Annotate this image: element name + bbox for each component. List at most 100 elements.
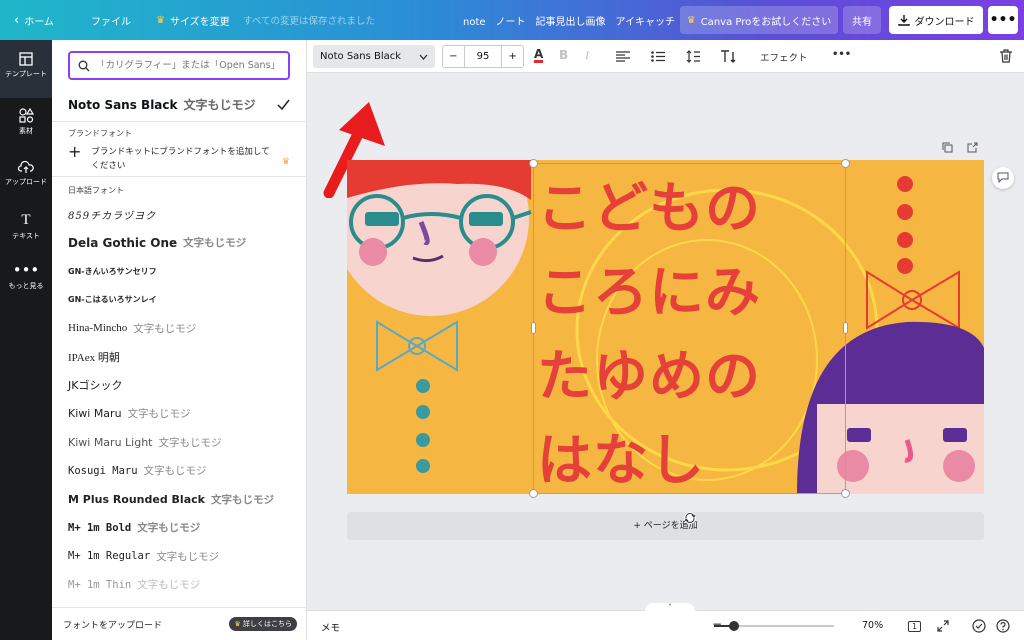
zoom-minus-icon[interactable]: −: [712, 617, 722, 631]
divider: [52, 121, 307, 122]
divider: [52, 176, 307, 177]
side-rail: テンプレート 素材 アップロード T テキスト ••• もっと見る: [0, 40, 52, 640]
font-dropdown-label: Noto Sans Black: [320, 51, 402, 62]
font-item[interactable]: M Plus Rounded Black 文字もじモジ: [68, 485, 290, 514]
bullet-list-icon[interactable]: [651, 51, 665, 62]
font-name: Kiwi Maru: [68, 407, 122, 421]
notes-button[interactable]: メモ: [321, 620, 340, 634]
toolbar-more-button[interactable]: •••: [832, 49, 851, 60]
share-button[interactable]: 共有: [843, 6, 881, 34]
rail-item-more[interactable]: ••• もっと見る: [0, 256, 52, 306]
checkmark-icon: [277, 99, 290, 110]
rotate-icon[interactable]: [684, 512, 696, 524]
font-item[interactable]: Kosugi Maru 文字もじモジ: [68, 457, 290, 486]
font-item[interactable]: GN-きんいろサンセリフ: [68, 257, 290, 286]
add-brand-font-button[interactable]: + ブランドキットにブランドフォントを追加してください ♛: [68, 142, 290, 173]
font-item[interactable]: M+ 1m Bold 文字もじモジ: [68, 514, 290, 543]
help-icon[interactable]: [996, 619, 1010, 633]
font-name: GN-きんいろサンセリフ: [68, 266, 157, 276]
font-search-box[interactable]: [68, 51, 290, 80]
font-size-input[interactable]: 95: [463, 46, 503, 67]
align-left-icon[interactable]: [616, 51, 630, 62]
italic-button[interactable]: I: [585, 48, 589, 63]
font-name: Kosugi Maru: [68, 464, 138, 477]
zoom-slider[interactable]: [714, 621, 834, 631]
page-count-button[interactable]: 1: [908, 618, 922, 633]
resize-handle[interactable]: [529, 489, 538, 498]
duplicate-page-icon[interactable]: [942, 142, 953, 153]
font-item[interactable]: JKゴシック: [68, 371, 290, 400]
design-title[interactable]: note ノート 記事見出し画像 アイキャッチ: [463, 13, 675, 28]
add-brand-font-label: ブランドキットにブランドフォントを追加してください: [91, 147, 270, 171]
download-label: ダウンロード: [914, 16, 975, 28]
rail-item-elements[interactable]: 素材: [0, 100, 52, 150]
resize-handle[interactable]: [529, 159, 538, 168]
fullscreen-icon[interactable]: [937, 620, 949, 632]
try-pro-button[interactable]: ♛ Canva Proをお試しください: [680, 6, 838, 34]
more-options-button[interactable]: •••: [988, 6, 1018, 34]
canvas-area: こどもの ころにみ たゆめの はなし + ページを追加: [307, 73, 1024, 610]
rail-label: テキスト: [12, 232, 40, 240]
font-sample: 文字もじモジ: [156, 550, 220, 563]
add-page-icon[interactable]: [967, 142, 978, 153]
font-item[interactable]: Hina-Mincho 文字もじモジ: [68, 314, 290, 343]
rail-item-uploads[interactable]: アップロード: [0, 152, 52, 202]
bold-button[interactable]: B: [559, 48, 568, 62]
font-dropdown[interactable]: Noto Sans Black: [313, 45, 435, 68]
home-label: ホーム: [24, 16, 54, 28]
font-item[interactable]: Kiwi Maru 文字もじモジ: [68, 400, 290, 429]
decrease-size-button[interactable]: −: [443, 51, 464, 62]
font-item[interactable]: M+ 1m Regular 文字もじモジ: [68, 542, 290, 571]
collapse-tab[interactable]: ˄: [645, 603, 695, 613]
vertical-text-icon[interactable]: [720, 50, 736, 63]
effects-button[interactable]: エフェクト: [760, 50, 808, 64]
trash-icon[interactable]: [1000, 49, 1012, 63]
text-color-button[interactable]: A: [534, 48, 544, 63]
resize-handle[interactable]: [841, 159, 850, 168]
font-item[interactable]: 859チカラヅヨク: [68, 200, 290, 229]
download-button[interactable]: ダウンロード: [889, 6, 983, 34]
page-count: 1: [908, 621, 922, 632]
selected-font-item[interactable]: Noto Sans Black 文字もじモジ: [68, 94, 290, 114]
check-circle-icon[interactable]: [972, 619, 986, 633]
upload-font-link[interactable]: フォントをアップロード: [63, 618, 162, 631]
font-item[interactable]: M+ 1m Thin 文字もじモジ: [68, 571, 290, 600]
rail-item-text[interactable]: T テキスト: [0, 204, 52, 254]
font-name: JKゴシック: [68, 379, 123, 393]
font-sample: 文字もじモジ: [133, 323, 197, 335]
page-actions: [942, 142, 978, 153]
spacing-icon[interactable]: [686, 50, 700, 63]
font-sample: 文字もじモジ: [137, 579, 201, 592]
selected-font-name: Noto Sans Black: [68, 97, 178, 112]
learn-more-button[interactable]: ♛ 詳しくはこちら: [229, 617, 297, 631]
plus-icon: +: [68, 142, 82, 161]
font-item[interactable]: GN-こはるいろサンレイ: [68, 286, 290, 315]
chevron-up-icon: ˄: [668, 603, 672, 612]
resize-handle[interactable]: [531, 322, 536, 334]
home-button[interactable]: ‹ ホーム: [14, 13, 54, 28]
file-menu[interactable]: ファイル: [91, 13, 131, 28]
resize-button[interactable]: ♛ サイズを変更: [156, 13, 230, 28]
font-sample: 文字もじモジ: [137, 522, 201, 535]
resize-handle[interactable]: [843, 322, 848, 334]
rail-label: 素材: [19, 127, 33, 135]
add-page-button[interactable]: + ページを追加: [347, 512, 984, 540]
zoom-level[interactable]: 70%: [862, 620, 883, 631]
add-comment-button[interactable]: [992, 167, 1014, 189]
font-item[interactable]: Kiwi Maru Light 文字もじモジ: [68, 428, 290, 457]
rail-item-templates[interactable]: テンプレート: [0, 40, 52, 98]
chevron-down-icon: [419, 54, 428, 60]
zoom-slider-knob[interactable]: [729, 621, 739, 631]
selected-textbox[interactable]: [529, 159, 850, 498]
increase-size-button[interactable]: +: [502, 51, 523, 62]
font-search-input[interactable]: [96, 60, 281, 71]
resize-handle[interactable]: [841, 489, 850, 498]
font-name: GN-こはるいろサンレイ: [68, 295, 157, 305]
crown-icon: ♛: [234, 620, 241, 628]
font-item[interactable]: IPAex 明朝: [68, 343, 290, 372]
font-sample: 文字もじモジ: [183, 237, 247, 250]
font-item[interactable]: Dela Gothic One 文字もじモジ: [68, 229, 290, 258]
learn-more-label: 詳しくはこちら: [243, 620, 292, 628]
search-icon: [78, 60, 90, 71]
font-name: M Plus Rounded Black: [68, 492, 205, 506]
